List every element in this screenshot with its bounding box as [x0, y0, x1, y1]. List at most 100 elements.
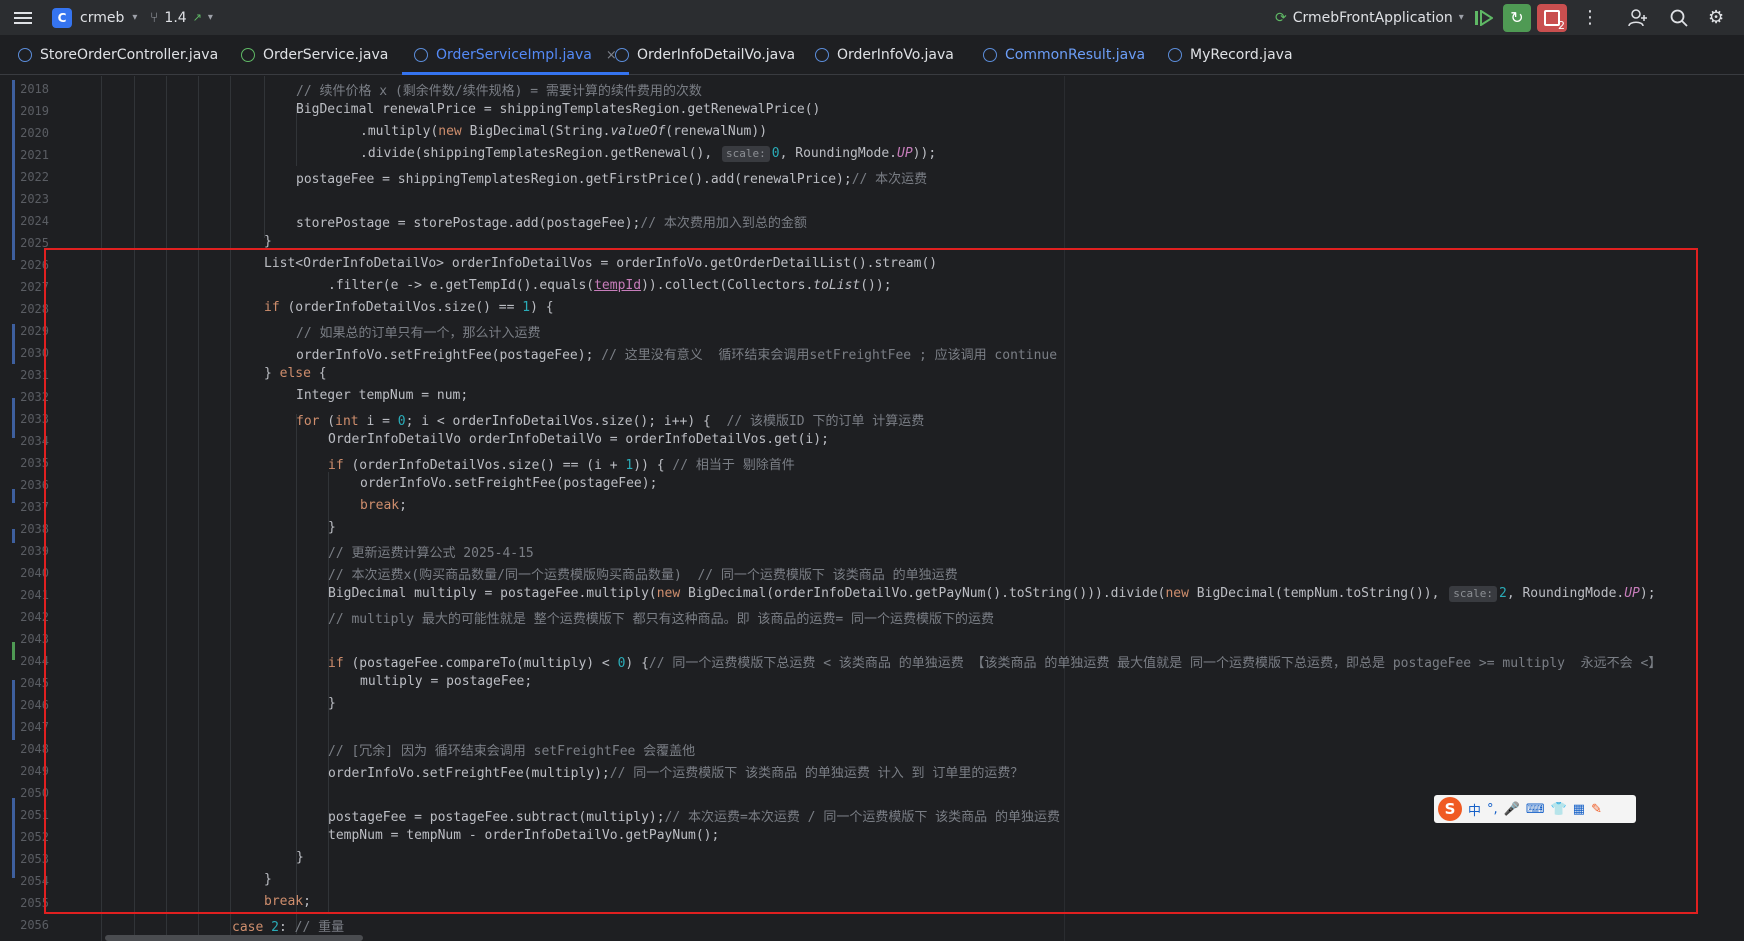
line-number: 2052: [20, 830, 49, 844]
run-config-selector[interactable]: ⟳ CrmebFrontApplication ▾: [1275, 0, 1464, 35]
class-icon: [18, 48, 32, 62]
line-number: 2045: [20, 676, 49, 690]
resume-icon[interactable]: [1475, 0, 1493, 35]
code-line-2049: orderInfoVo.setFreightFee(multiply);// 同…: [328, 766, 1024, 781]
branch-name: 1.4: [164, 9, 187, 26]
class-icon: [983, 48, 997, 62]
branch-selector[interactable]: ⑂ 1.4 ↗ ▾: [150, 0, 213, 35]
right-margin-guide: [1064, 76, 1065, 941]
class-icon: [615, 48, 629, 62]
ime-toolbar[interactable]: S 中 °, 🎤 ⌨ 👕 ▦ ✎: [1434, 795, 1636, 823]
param-hint: scale:: [1449, 586, 1497, 602]
line-number: 2041: [20, 588, 49, 602]
toolbox-icon[interactable]: ✎: [1591, 802, 1602, 817]
code-line-2051: postageFee = postageFee.subtract(multipl…: [328, 810, 1060, 825]
line-number: 2038: [20, 522, 49, 536]
code-line-2018: // 续件价格 x (剩余件数/续件规格) = 需要计算的续件费用的次数: [296, 84, 702, 99]
keyboard-icon[interactable]: ⌨: [1526, 802, 1545, 817]
line-number: 2035: [20, 456, 49, 470]
indent-guide: [134, 76, 135, 941]
line-number: 2031: [20, 368, 49, 382]
line-number: 2022: [20, 170, 49, 184]
indent-guide: [166, 76, 167, 941]
code-line-2045: multiply = postageFee;: [360, 674, 533, 689]
line-number: 2028: [20, 302, 49, 316]
line-number: 2047: [20, 720, 49, 734]
code-line-2028: if (orderInfoDetailVos.size() == 1) {: [264, 300, 554, 315]
line-number: 2025: [20, 236, 49, 250]
line-number: 2054: [20, 874, 49, 888]
line-number: 2023: [20, 192, 49, 206]
tab-my-record[interactable]: MyRecord.java: [1168, 35, 1293, 75]
param-hint: scale:: [722, 146, 770, 162]
code-line-2026: List<OrderInfoDetailVo> orderInfoDetailV…: [264, 256, 938, 271]
tab-order-service-impl[interactable]: OrderServiceImpl.java ×: [402, 35, 629, 75]
code-line-2044: if (postageFee.compareTo(multiply) < 0) …: [328, 656, 1662, 671]
code-line-2048: // [冗余] 因为 循环结束会调用 setFreightFee 会覆盖他: [328, 744, 696, 759]
tab-order-info-detail-vo[interactable]: OrderInfoDetailVo.java: [615, 35, 795, 75]
arrow-up-right-icon: ↗: [192, 11, 202, 24]
tab-label: StoreOrderController.java: [40, 47, 219, 63]
code-line-2020: .multiply(new BigDecimal(String.valueOf(…: [360, 124, 768, 139]
line-number: 2048: [20, 742, 49, 756]
line-number: 2040: [20, 566, 49, 580]
code-line-2025: }: [264, 234, 272, 249]
code-line-2029: // 如果总的订单只有一个，那么计入运费: [296, 326, 541, 341]
line-number: 2018: [20, 82, 49, 96]
tab-label: OrderService.java: [263, 47, 389, 63]
more-vertical-icon[interactable]: ⋮: [1581, 0, 1599, 35]
stop-button[interactable]: 2: [1537, 0, 1567, 35]
code-line-2056: case 2: // 重量: [232, 920, 345, 935]
line-number: 2039: [20, 544, 49, 558]
line-number: 2044: [20, 654, 49, 668]
skin-icon[interactable]: 👕: [1551, 802, 1567, 817]
indent-guide: [328, 472, 329, 912]
class-icon: [815, 48, 829, 62]
project-badge: C: [52, 7, 72, 28]
line-number: 2021: [20, 148, 49, 162]
chevron-down-icon: ▾: [132, 12, 138, 23]
tab-order-info-vo[interactable]: OrderInfoVo.java: [815, 35, 954, 75]
code-line-2032: Integer tempNum = num;: [296, 388, 469, 403]
project-name: crmeb: [80, 9, 125, 26]
run-config-name: CrmebFrontApplication: [1292, 9, 1453, 26]
ime-language-toggle[interactable]: 中: [1468, 800, 1481, 819]
line-number: 2051: [20, 808, 49, 822]
tab-common-result[interactable]: CommonResult.java: [983, 35, 1145, 75]
line-number: 2019: [20, 104, 49, 118]
tab-store-order-controller[interactable]: StoreOrderController.java: [18, 35, 218, 75]
code-line-2052: tempNum = tempNum - orderInfoDetailVo.ge…: [328, 828, 720, 843]
add-user-icon[interactable]: [1628, 0, 1648, 35]
horizontal-scrollbar[interactable]: [105, 935, 363, 941]
line-number: 2053: [20, 852, 49, 866]
code-line-2022: postageFee = shippingTemplatesRegion.get…: [296, 172, 928, 187]
code-line-2053: }: [296, 850, 304, 865]
code-line-2039: // 更新运费计算公式 2025-4-15: [328, 546, 534, 561]
spring-icon: ⟳: [1275, 9, 1287, 26]
rerun-button[interactable]: ↻: [1503, 0, 1531, 35]
search-icon[interactable]: [1670, 0, 1688, 35]
tab-label: OrderInfoVo.java: [837, 47, 954, 63]
code-line-2055: break;: [264, 894, 311, 909]
line-number: 2032: [20, 390, 49, 404]
tab-order-service[interactable]: OrderService.java: [241, 35, 388, 75]
line-number: 2030: [20, 346, 49, 360]
branch-icon: ⑂: [150, 9, 159, 26]
editor-tab-bar: StoreOrderController.java OrderService.j…: [0, 35, 1744, 75]
stop-count-badge: 2: [1558, 18, 1565, 32]
settings-gear-icon[interactable]: ⚙: [1708, 0, 1724, 35]
code-line-2036: orderInfoVo.setFreightFee(postageFee);: [360, 476, 658, 491]
code-line-2030: orderInfoVo.setFreightFee(postageFee); /…: [296, 348, 1058, 363]
project-selector[interactable]: C crmeb ▾: [52, 0, 137, 35]
code-line-2040: // 本次运费x(购买商品数量/同一个运费模版购买商品数量) // 同一个运费模…: [328, 568, 958, 583]
code-line-2041: BigDecimal multiply = postageFee.multipl…: [328, 586, 1656, 602]
code-line-2054: }: [264, 872, 272, 887]
code-line-2027: .filter(e -> e.getTempId().equals(tempId…: [328, 278, 892, 293]
microphone-icon[interactable]: 🎤: [1504, 802, 1520, 817]
line-number: 2042: [20, 610, 49, 624]
ime-punctuation-toggle[interactable]: °,: [1487, 802, 1498, 817]
line-number: 2043: [20, 632, 49, 646]
hamburger-menu-icon[interactable]: [14, 0, 32, 35]
chevron-down-icon: ▾: [207, 12, 213, 23]
apps-grid-icon[interactable]: ▦: [1573, 802, 1585, 817]
